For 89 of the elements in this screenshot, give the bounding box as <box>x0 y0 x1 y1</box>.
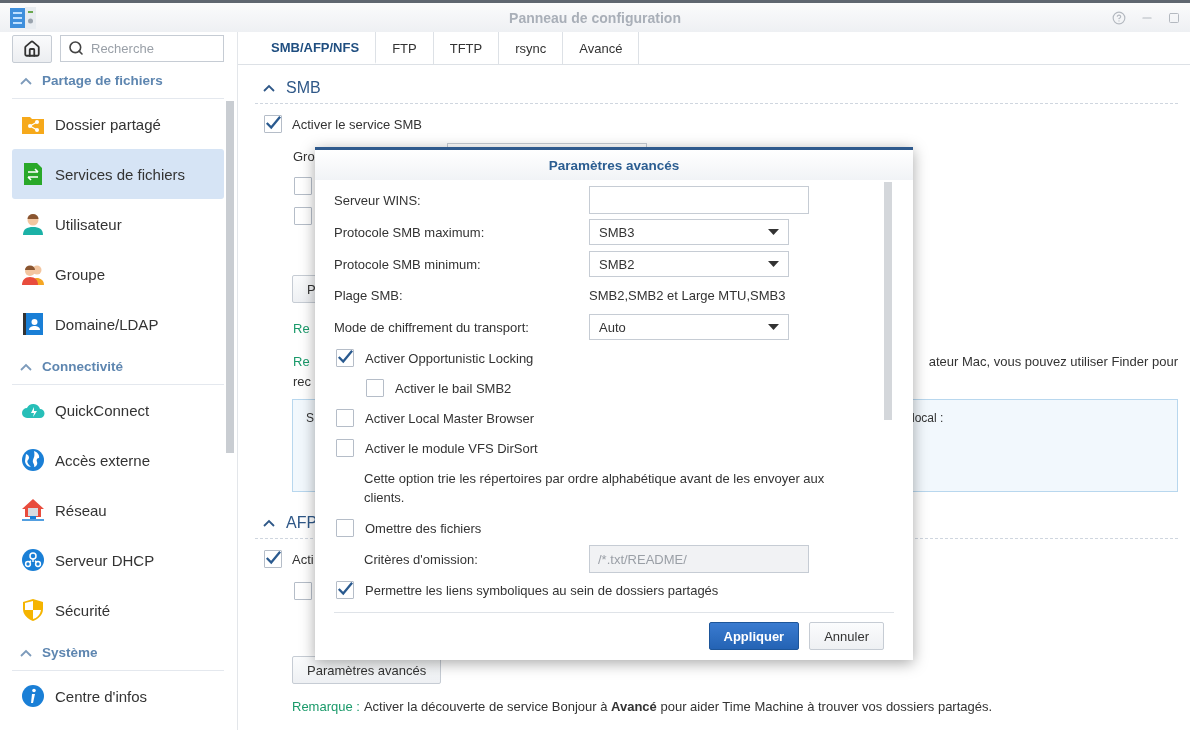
user-icon <box>21 212 45 236</box>
sidebar-item[interactable]: Réseau <box>12 485 224 535</box>
field-label: Serveur WINS: <box>334 192 422 208</box>
chevron-icon <box>20 362 32 371</box>
chevron-icon <box>263 83 275 92</box>
contact-book-icon <box>21 312 45 336</box>
checkbox[interactable] <box>294 207 312 225</box>
checkbox[interactable] <box>336 439 354 457</box>
sidebar-item[interactable]: Groupe <box>12 249 224 299</box>
sidebar-item[interactable]: Sécurité <box>12 585 224 635</box>
info-icon <box>21 684 45 708</box>
checkbox[interactable] <box>264 550 282 568</box>
remark-text: ateur Mac, vous pouvez utiliser Finder pour <box>928 353 1178 369</box>
field-label: Mode de chiffrement du transport: <box>334 319 530 335</box>
tab[interactable]: rsync <box>499 32 564 64</box>
checkbox[interactable] <box>264 115 282 133</box>
sidebar-item[interactable]: Services de fichiers <box>12 149 224 199</box>
checkbox[interactable] <box>336 409 354 427</box>
field-label: Gro <box>293 148 316 164</box>
section-header[interactable]: SMB <box>255 72 1178 104</box>
option-label: Activer le module VFS DirSort <box>365 440 538 456</box>
sidebar-item[interactable]: Centre d'infos <box>12 671 224 721</box>
remark-text: rec <box>293 373 312 389</box>
option-label: Activer Opportunistic Locking <box>365 350 534 366</box>
window-title: Panneau de configuration <box>509 9 681 26</box>
network-nodes-icon <box>21 548 45 572</box>
file-transfer-icon <box>21 162 45 186</box>
group-header[interactable]: Partage de fichiers <box>12 63 224 99</box>
field-label: Plage SMB: <box>334 288 404 303</box>
remark-text: Activer la découverte de service Bonjour à Avancé pour aider Time Machine à trouver vos dossiers partagés. <box>363 699 993 714</box>
input-field[interactable] <box>589 186 809 214</box>
caret-icon <box>768 324 779 330</box>
remark-label: Remarque : <box>292 699 360 714</box>
tab[interactable]: SMB/AFP/NFS <box>255 32 377 64</box>
option-label: Acti <box>292 551 314 567</box>
field-label: Critères d'omission: <box>364 551 479 567</box>
option-label: Activer Local Master Browser <box>365 410 535 426</box>
info-text: S <box>306 411 314 425</box>
chevron-icon <box>20 648 32 657</box>
search-field[interactable]: Recherche <box>60 35 224 62</box>
dialog-title: Paramètres avancés <box>315 150 913 180</box>
checkbox[interactable] <box>366 379 384 397</box>
checkbox[interactable] <box>336 349 354 367</box>
checkbox[interactable] <box>336 581 354 599</box>
search-icon <box>68 40 84 56</box>
maximize-icon[interactable] <box>1168 11 1180 24</box>
app-logo-icon <box>10 6 36 29</box>
option-label: Activer le service SMB <box>292 116 423 132</box>
sidebar-item[interactable]: Accès externe <box>12 435 224 485</box>
shield-icon <box>21 598 45 622</box>
group-header[interactable]: Connectivité <box>12 349 224 385</box>
dropdown[interactable]: Auto <box>589 314 789 340</box>
globe-icon <box>21 448 45 472</box>
chevron-icon <box>263 518 275 527</box>
group-header[interactable]: Système <box>12 635 224 671</box>
checkbox[interactable] <box>294 177 312 195</box>
option-description: Cette option trie les répertoires par ordre alphabétique avant de les envoyer aux clients. <box>364 470 826 507</box>
home-icon <box>23 40 41 58</box>
tab[interactable]: TFTP <box>433 32 500 64</box>
option-label: Activer le bail SMB2 <box>395 380 512 396</box>
remark-label: Re <box>293 353 310 369</box>
tab[interactable]: FTP <box>376 32 434 64</box>
option-label: Omettre des fichiers <box>365 520 482 536</box>
tab[interactable]: Avancé <box>563 32 640 64</box>
checkbox[interactable] <box>294 582 312 600</box>
sidebar-item[interactable]: Domaine/LDAP <box>12 299 224 349</box>
dropdown[interactable]: SMB2 <box>589 251 789 277</box>
home-button[interactable] <box>12 35 52 63</box>
field-label: Protocole SMB minimum: <box>334 256 482 272</box>
sidebar-item[interactable]: Serveur DHCP <box>12 535 224 585</box>
caret-icon <box>768 229 779 235</box>
field-label: Protocole SMB maximum: <box>334 224 486 240</box>
remark-label: Re <box>293 320 310 336</box>
help-icon[interactable] <box>1112 10 1126 25</box>
caret-icon <box>768 261 779 267</box>
cancel-button[interactable]: Annuler <box>809 622 884 650</box>
dropdown[interactable]: SMB3 <box>589 219 789 245</box>
sidebar-item[interactable]: Dossier partagé <box>12 99 224 149</box>
checkbox[interactable] <box>336 519 354 537</box>
field-value: SMB2,SMB2 et Large MTU,SMB3 <box>589 288 786 303</box>
info-text: local : <box>912 411 944 425</box>
house-network-icon <box>21 498 45 522</box>
scrollbar-thumb[interactable] <box>226 101 234 453</box>
chevron-icon <box>20 76 32 85</box>
sidebar-item[interactable]: QuickConnect <box>12 385 224 435</box>
sidebar-item[interactable]: Utilisateur <box>12 199 224 249</box>
scrollbar-thumb[interactable] <box>884 182 892 420</box>
option-label: Permettre les liens symboliques au sein de dossiers partagés <box>365 582 719 598</box>
apply-button[interactable]: Appliquer <box>708 622 800 650</box>
